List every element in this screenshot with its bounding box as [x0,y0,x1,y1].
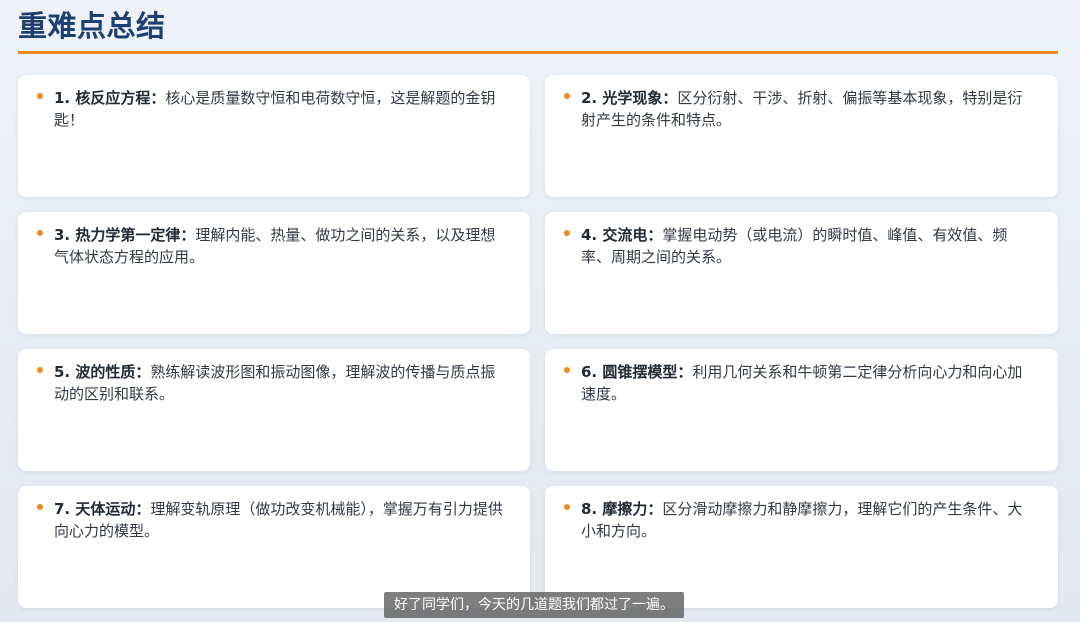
summary-card-heading: 4. 交流电： [581,226,663,244]
summary-card-text: 1. 核反应方程：核心是质量数守恒和电荷数守恒，这是解题的金钥匙！ [54,87,508,131]
summary-card-text: 8. 摩擦力：区分滑动摩擦力和静摩擦力，理解它们的产生条件、大小和方向。 [581,498,1036,542]
summary-card-text: 2. 光学现象：区分衍射、干涉、折射、偏振等基本现象，特别是衍射产生的条件和特点… [581,87,1036,131]
summary-card-5: 5. 波的性质：熟练解读波形图和振动图像，理解波的传播与质点振动的区别和联系。 [18,349,530,471]
summary-card-2: 2. 光学现象：区分衍射、干涉、折射、偏振等基本现象，特别是衍射产生的条件和特点… [545,75,1058,197]
bullet-dot-icon [564,93,570,99]
bullet-dot-icon [37,367,43,373]
summary-card-heading: 2. 光学现象： [581,89,678,107]
summary-card-text: 4. 交流电：掌握电动势（或电流）的瞬时值、峰值、有效值、频率、周期之间的关系。 [581,224,1036,268]
bullet-dot-icon [564,230,570,236]
bullet-dot-icon [37,504,43,510]
summary-card-1: 1. 核反应方程：核心是质量数守恒和电荷数守恒，这是解题的金钥匙！ [18,75,530,197]
bullet-dot-icon [564,367,570,373]
summary-card-6: 6. 圆锥摆模型：利用几何关系和牛顿第二定律分析向心力和向心加速度。 [545,349,1058,471]
bullet-dot-icon [564,504,570,510]
summary-card-text: 5. 波的性质：熟练解读波形图和振动图像，理解波的传播与质点振动的区别和联系。 [54,361,508,405]
bullet-dot-icon [37,230,43,236]
summary-card-7: 7. 天体运动：理解变轨原理（做功改变机械能），掌握万有引力提供向心力的模型。 [18,486,530,608]
summary-grid: 1. 核反应方程：核心是质量数守恒和电荷数守恒，这是解题的金钥匙！ 2. 光学现… [18,75,1058,608]
summary-card-3: 3. 热力学第一定律：理解内能、热量、做功之间的关系，以及理想气体状态方程的应用… [18,212,530,334]
summary-card-text: 6. 圆锥摆模型：利用几何关系和牛顿第二定律分析向心力和向心加速度。 [581,361,1036,405]
summary-card-heading: 8. 摩擦力： [581,500,663,518]
summary-card-heading: 7. 天体运动： [54,500,151,518]
video-subtitle: 好了同学们，今天的几道题我们都过了一遍。 [384,592,684,618]
page-title: 重难点总结 [18,9,166,43]
summary-card-heading: 3. 热力学第一定律： [54,226,196,244]
summary-card-text: 7. 天体运动：理解变轨原理（做功改变机械能），掌握万有引力提供向心力的模型。 [54,498,508,542]
summary-card-4: 4. 交流电：掌握电动势（或电流）的瞬时值、峰值、有效值、频率、周期之间的关系。 [545,212,1058,334]
bullet-dot-icon [37,93,43,99]
summary-card-heading: 6. 圆锥摆模型： [581,363,693,381]
summary-card-heading: 5. 波的性质： [54,363,151,381]
summary-card-8: 8. 摩擦力：区分滑动摩擦力和静摩擦力，理解它们的产生条件、大小和方向。 [545,486,1058,608]
title-divider [18,51,1058,54]
summary-card-heading: 1. 核反应方程： [54,89,166,107]
summary-card-text: 3. 热力学第一定律：理解内能、热量、做功之间的关系，以及理想气体状态方程的应用… [54,224,508,268]
